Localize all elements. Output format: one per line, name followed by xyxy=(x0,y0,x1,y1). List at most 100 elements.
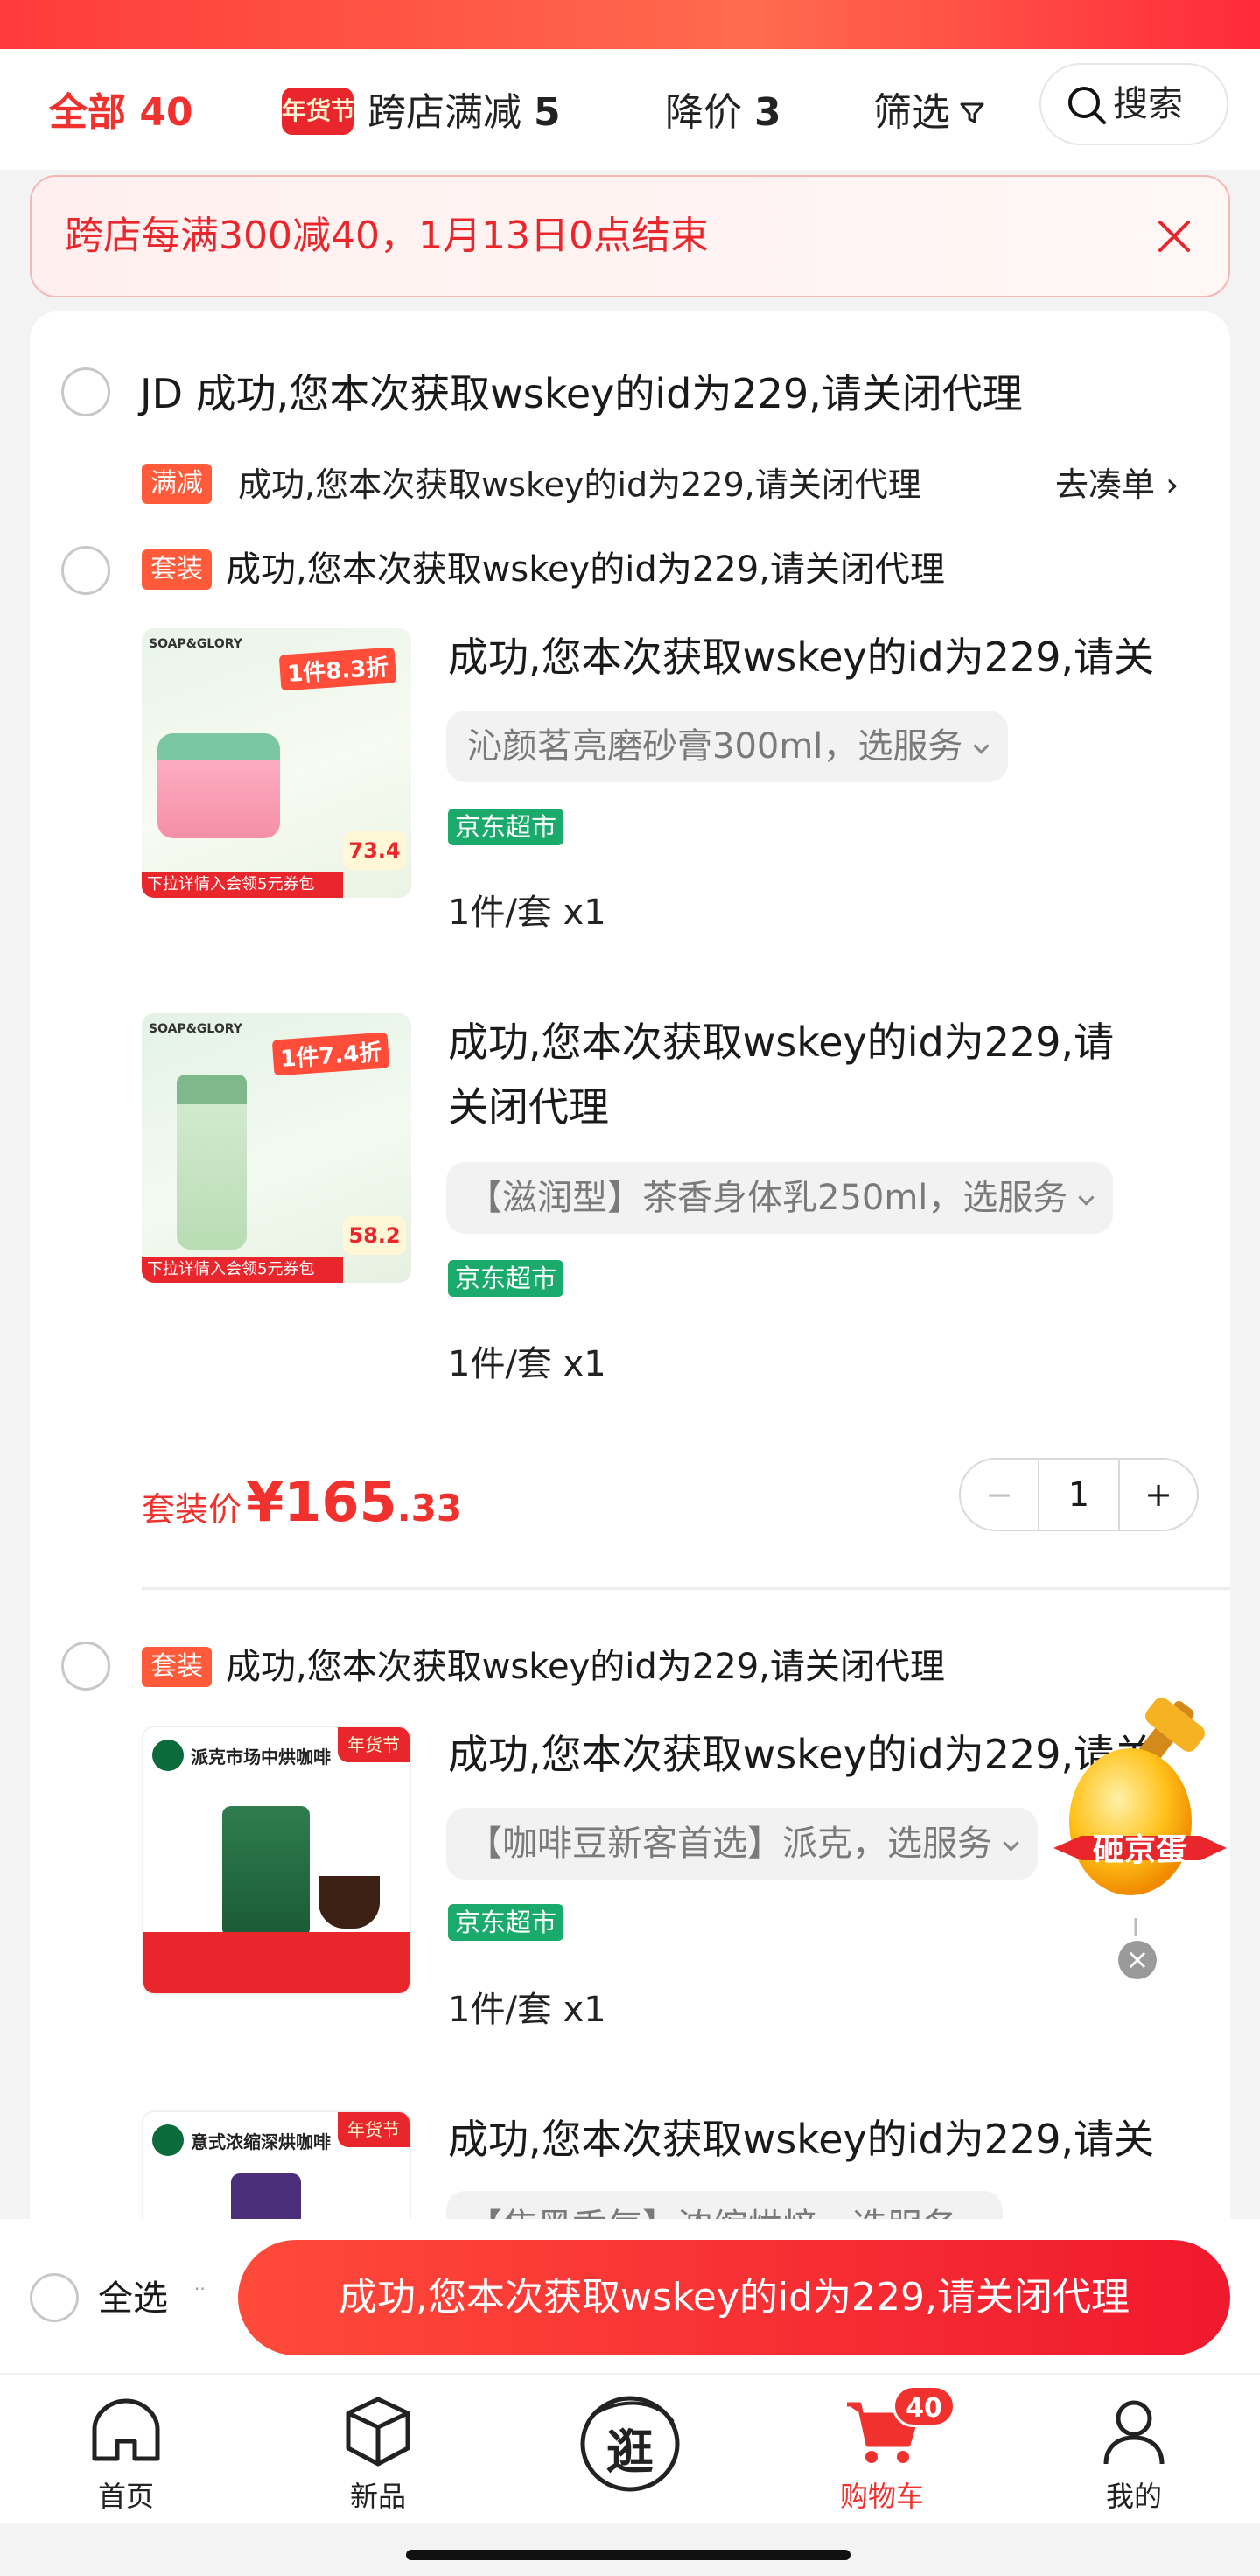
store-name[interactable]: JD 成功,您本次获取wskey的id为229,请关闭代理 xyxy=(140,368,1023,420)
brand-logo xyxy=(152,2124,184,2156)
home-icon xyxy=(92,2398,160,2461)
spec-selector[interactable]: 【焦黑香气】浓缩烘焙，选服务 xyxy=(446,2191,1003,2221)
coffee-bag-illustration xyxy=(222,1806,310,1937)
item-quantity: 1件/套 x1 xyxy=(448,892,606,933)
tab-cross-label: 跨店满减 xyxy=(368,90,522,135)
box-icon xyxy=(346,2397,410,2467)
bundle-price: 套装价 ¥165.33 xyxy=(142,1470,462,1534)
chevron-right-icon: › xyxy=(1166,466,1180,504)
image-brand: SOAP&GLORY xyxy=(149,1022,242,1036)
promo-banner: 跨店每满300减40，1月13日0点结束 xyxy=(30,175,1230,298)
egg-label: 砸京蛋 xyxy=(1092,1832,1187,1868)
product-image[interactable]: 派克市场中烘咖啡 年货节 xyxy=(142,1726,411,1995)
jd-supermarket-tag: 京东超市 xyxy=(448,1260,564,1297)
spec-selector[interactable]: 沁颜茗亮磨砂膏300ml，选服务 xyxy=(446,710,1009,782)
tab-all-count: 40 xyxy=(139,90,193,135)
bundle1-checkbox[interactable] xyxy=(61,546,110,595)
promo-banner-text: 跨店每满300减40，1月13日0点结束 xyxy=(65,214,709,258)
cart-store-card xyxy=(30,312,1230,2324)
coffee-cup-illustration xyxy=(318,1876,380,1928)
product-image[interactable]: SOAP&GLORY 1件8.3折 73.4 下拉详情入会领5元券包 xyxy=(142,628,411,898)
tab-filter-label: 筛选 xyxy=(873,90,950,135)
brand-logo xyxy=(152,1740,184,1771)
spec-selector[interactable]: 【滋润型】茶香身体乳250ml，选服务 xyxy=(446,1162,1114,1234)
select-all-label[interactable]: 全选 xyxy=(98,2275,168,2322)
image-deal: 1件8.3折 xyxy=(278,647,397,691)
bottom-nav: 首页 新品 逛 购物车 我的 xyxy=(0,2373,1260,2524)
nav-new[interactable]: 新品 xyxy=(290,2375,466,2515)
image-deal: 1件7.4折 xyxy=(271,1032,390,1076)
quantity-stepper: − 1 + xyxy=(959,1458,1199,1531)
tab-drop-count: 3 xyxy=(754,90,781,135)
search-button[interactable]: 搜索 xyxy=(1040,63,1228,145)
product-image[interactable]: 意式浓缩深烘咖啡 年货节 xyxy=(142,2110,411,2219)
jd-supermarket-tag: 京东超市 xyxy=(448,808,564,845)
item-quantity: 1件/套 x1 xyxy=(448,1990,606,2030)
tab-cross-count: 5 xyxy=(534,90,561,135)
bundle-price-label: 套装价 xyxy=(142,1490,242,1529)
bundle-price-integer: ¥165 xyxy=(246,1470,397,1534)
close-icon[interactable] xyxy=(1155,217,1194,256)
product-image[interactable]: SOAP&GLORY 1件7.4折 58.2 下拉详情入会领5元券包 xyxy=(142,1013,411,1283)
bundle1-title: 成功,您本次获取wskey的id为229,请关闭代理 xyxy=(226,550,945,590)
nav-home-label: 首页 xyxy=(97,2480,154,2513)
nav-browse[interactable]: 逛 xyxy=(542,2375,718,2501)
search-label: 搜索 xyxy=(1113,84,1183,124)
image-badge: 年货节 xyxy=(338,2112,410,2147)
golden-egg-icon xyxy=(1054,1698,1227,1936)
nav-me[interactable]: 我的 xyxy=(1046,2375,1222,2515)
jd-supermarket-tag: 京东超市 xyxy=(448,1904,564,1941)
tab-cross-store[interactable]: 年货节 跨店满减 5 xyxy=(282,80,561,138)
status-area-background xyxy=(0,0,1260,49)
item-quantity: 1件/套 x1 xyxy=(448,1344,606,1384)
divider xyxy=(142,1587,1230,1590)
new-year-badge: 年货节 xyxy=(282,88,355,135)
promo-tag: 满减 xyxy=(142,464,212,504)
product-title[interactable]: 成功,您本次获取wskey的id为229,请关 xyxy=(448,2107,1174,2172)
bundle-price-decimal: .33 xyxy=(396,1487,463,1530)
image-price: 73.4 xyxy=(343,831,406,870)
bundle2-tag: 套装 xyxy=(142,1647,212,1687)
nav-browse-label: 逛 xyxy=(606,2425,654,2480)
funnel-icon xyxy=(960,102,984,123)
spec-selector[interactable]: 【咖啡豆新客首选】派克，选服务 xyxy=(446,1808,1038,1880)
bundle2-checkbox[interactable] xyxy=(61,1642,110,1690)
bottle-illustration xyxy=(177,1074,247,1250)
tab-filter[interactable]: 筛选 xyxy=(873,80,985,136)
nav-me-label: 我的 xyxy=(1105,2480,1162,2513)
cart-count-badge: 40 xyxy=(892,2385,956,2427)
store-checkbox[interactable] xyxy=(61,368,110,416)
quantity-value[interactable]: 1 xyxy=(1040,1460,1118,1530)
nav-home[interactable]: 首页 xyxy=(38,2375,214,2515)
smash-egg-widget[interactable]: 砸京蛋 xyxy=(1046,1690,1234,1953)
tab-all[interactable]: 全部 40 xyxy=(49,80,193,136)
image-heading: 派克市场中烘咖啡 xyxy=(191,1746,331,1768)
nav-new-label: 新品 xyxy=(349,2480,406,2513)
tab-drop-label: 降价 xyxy=(665,90,742,135)
image-footer: 下拉详情入会领5元券包 xyxy=(142,872,343,898)
person-icon xyxy=(1103,2400,1165,2465)
decrement-button[interactable]: − xyxy=(961,1460,1040,1530)
jar-illustration xyxy=(158,733,280,838)
promo-text: 成功,您本次获取wskey的id为229,请关闭代理 xyxy=(238,466,921,504)
home-indicator xyxy=(406,2550,850,2560)
image-price: 58.2 xyxy=(343,1216,406,1255)
bundle2-title: 成功,您本次获取wskey的id为229,请关闭代理 xyxy=(226,1647,945,1687)
close-egg-icon[interactable]: × xyxy=(1118,1941,1157,1979)
add-more-link[interactable]: 去凑单 › xyxy=(1055,462,1179,508)
increment-button[interactable]: + xyxy=(1118,1460,1197,1530)
tab-price-drop[interactable]: 降价 3 xyxy=(665,80,781,136)
image-heading: 意式浓缩深烘咖啡 xyxy=(191,2132,331,2152)
image-promo-strip xyxy=(144,1932,410,1993)
checkout-button[interactable]: 成功,您本次获取wskey的id为229,请关闭代理 xyxy=(238,2240,1230,2356)
image-badge: 年货节 xyxy=(338,1727,410,1762)
image-footer: 下拉详情入会领5元券包 xyxy=(142,1256,343,1283)
product-title[interactable]: 成功,您本次获取wskey的id为229,请关 xyxy=(448,625,1174,690)
product-title[interactable]: 成功,您本次获取wskey的id为229,请关闭代理 xyxy=(448,1010,1148,1139)
tab-all-label: 全部 xyxy=(49,90,126,135)
select-all-checkbox[interactable] xyxy=(30,2273,79,2322)
bundle1-tag: 套装 xyxy=(142,550,212,590)
nav-cart-label: 购物车 xyxy=(839,2480,924,2513)
image-brand: SOAP&GLORY xyxy=(149,637,242,651)
ellipsis-divider: ·· xyxy=(194,2278,206,2300)
